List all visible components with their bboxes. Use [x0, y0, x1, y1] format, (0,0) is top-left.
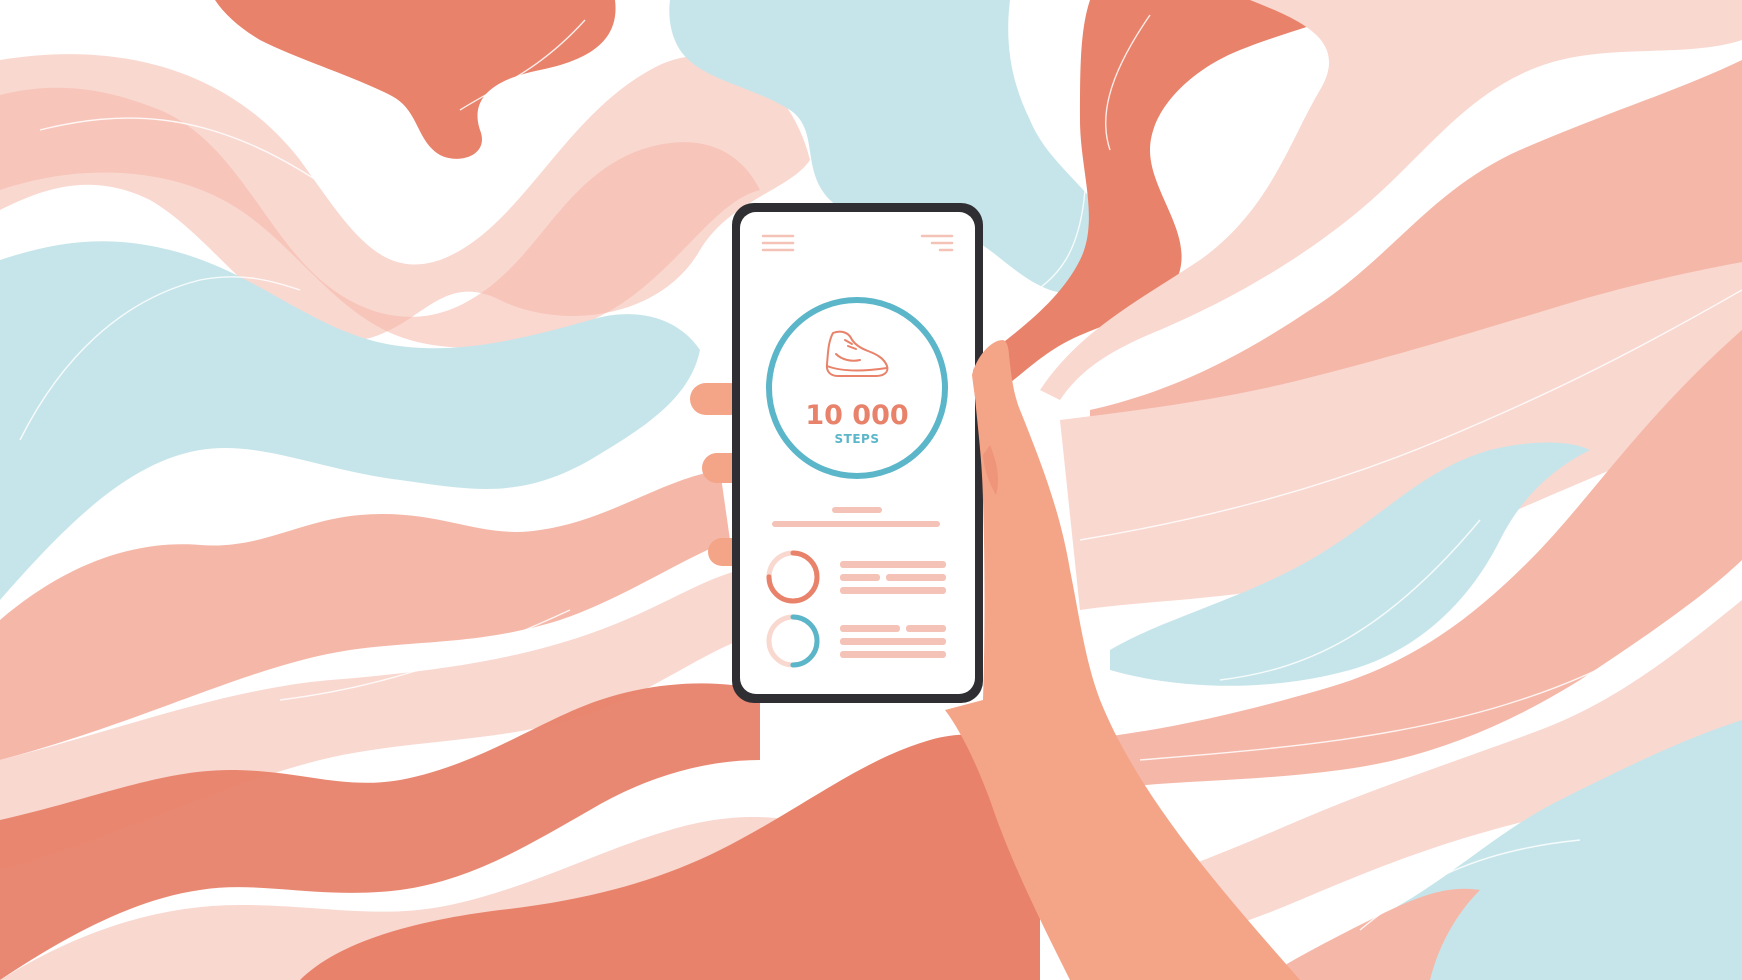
list-item-line: [886, 574, 946, 581]
steps-label: STEPS: [835, 432, 880, 446]
placeholder-bar-short: [832, 507, 882, 513]
list-item-line: [840, 561, 946, 568]
goal-ring[interactable]: [766, 297, 948, 479]
list-item-line: [840, 574, 880, 581]
list-item-line: [906, 625, 946, 632]
smartphone: 10 000 STEPS: [732, 203, 983, 703]
illustration: 10 000 STEPS: [0, 0, 1742, 980]
list-item-line: [840, 587, 946, 594]
steps-count: 10 000: [805, 400, 908, 431]
placeholder-bar-long: [772, 521, 940, 527]
list-item-line: [840, 638, 946, 645]
list-item-line: [840, 625, 900, 632]
list-item-line: [840, 651, 946, 658]
